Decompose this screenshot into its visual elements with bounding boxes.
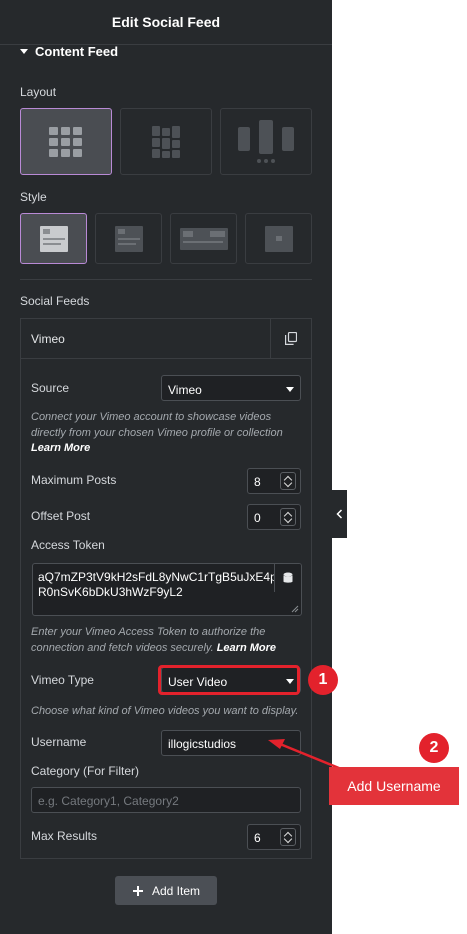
card-style-3-icon [179, 227, 228, 250]
database-icon [283, 572, 293, 583]
offset-post-value: 0 [254, 511, 261, 525]
card-style-4-icon [264, 225, 293, 252]
access-token-textarea[interactable]: aQ7mZP3tV9kH2sFdL8yNwC1rTgB5uJxE4pl R0nS… [32, 563, 302, 616]
chevron-left-icon [336, 509, 343, 519]
category-input[interactable]: e.g. Category1, Category2 [31, 787, 301, 813]
duplicate-button[interactable] [270, 319, 311, 358]
social-feeds-label: Social Feeds [20, 294, 90, 308]
panel-title: Edit Social Feed [0, 0, 332, 45]
vimeo-type-help: Choose what kind of Vimeo videos you wan… [31, 705, 299, 717]
repeater-item-title: Vimeo [31, 332, 65, 346]
chevron-down-icon [286, 387, 294, 392]
divider [20, 279, 312, 280]
category-label: Category (For Filter) [31, 764, 140, 778]
grid-layout-icon [49, 126, 82, 157]
carousel-layout-icon [238, 119, 294, 163]
source-learn-more-link[interactable]: Learn More [31, 442, 90, 454]
username-value: illogicstudios [168, 737, 237, 751]
source-help-text: Connect your Vimeo account to showcase v… [31, 410, 301, 457]
access-token-line-1: aQ7mZP3tV9kH2sFdL8yNwC1rTgB5uJxE4pl [38, 570, 280, 584]
card-style-2-icon [114, 225, 143, 252]
number-spinner-icon[interactable] [280, 472, 296, 490]
source-label: Source [31, 381, 70, 395]
repeater-item-header[interactable]: Vimeo [21, 319, 311, 359]
plus-icon [132, 885, 143, 896]
number-spinner-icon[interactable] [280, 828, 296, 846]
max-posts-input[interactable]: 8 [247, 468, 301, 494]
layout-masonry-option[interactable] [120, 108, 212, 175]
dynamic-tags-button[interactable] [274, 564, 301, 592]
copy-icon [285, 332, 297, 345]
layout-grid-option[interactable] [20, 108, 112, 175]
callout-add-username: Add Username [329, 767, 459, 805]
style-option-4[interactable] [245, 213, 312, 264]
max-results-label: Max Results [31, 829, 98, 843]
layout-carousel-option[interactable] [220, 108, 312, 175]
card-style-1-icon [39, 225, 68, 252]
source-help-copy: Connect your Vimeo account to showcase v… [31, 411, 283, 439]
max-results-input[interactable]: 6 [247, 824, 301, 850]
max-results-value: 6 [254, 831, 261, 845]
username-label: Username [31, 735, 87, 749]
editor-panel: Edit Social Feed Content Feed Layout Sty… [0, 0, 332, 934]
layout-label: Layout [20, 85, 57, 99]
style-label: Style [20, 190, 47, 204]
max-posts-value: 8 [254, 475, 261, 489]
resize-handle-icon[interactable] [291, 605, 299, 613]
vimeo-type-label: Vimeo Type [31, 673, 94, 687]
offset-post-label: Offset Post [31, 509, 91, 523]
caret-down-icon [20, 49, 28, 54]
step-badge-1: 1 [308, 665, 338, 695]
section-toggle-content-feed[interactable]: Content Feed [20, 44, 118, 59]
repeater-item-vimeo: Vimeo Source Vimeo Connect your Vimeo ac… [20, 318, 312, 859]
username-input[interactable]: illogicstudios [161, 730, 301, 756]
style-option-1[interactable] [20, 213, 87, 264]
access-token-line-2: R0nSvK6bDkU3hWzF9yL2 [38, 585, 183, 599]
highlight-box-vimeo-type [158, 665, 300, 695]
access-token-label: Access Token [31, 538, 105, 552]
style-option-2[interactable] [95, 213, 162, 264]
source-select[interactable]: Vimeo [161, 375, 301, 401]
max-posts-label: Maximum Posts [31, 473, 117, 487]
collapse-panel-button[interactable] [332, 490, 347, 538]
masonry-layout-icon [152, 125, 180, 158]
section-title-text: Content Feed [35, 44, 119, 59]
token-learn-more-link[interactable]: Learn More [217, 642, 276, 654]
category-placeholder: e.g. Category1, Category2 [38, 794, 179, 808]
number-spinner-icon[interactable] [280, 508, 296, 526]
step-badge-2: 2 [419, 733, 449, 763]
source-select-value: Vimeo [168, 383, 202, 397]
offset-post-input[interactable]: 0 [247, 504, 301, 530]
add-item-label: Add Item [151, 883, 201, 898]
token-help-text: Enter your Vimeo Access Token to authori… [31, 625, 301, 656]
style-option-3[interactable] [170, 213, 237, 264]
add-item-button[interactable]: Add Item [115, 876, 217, 905]
